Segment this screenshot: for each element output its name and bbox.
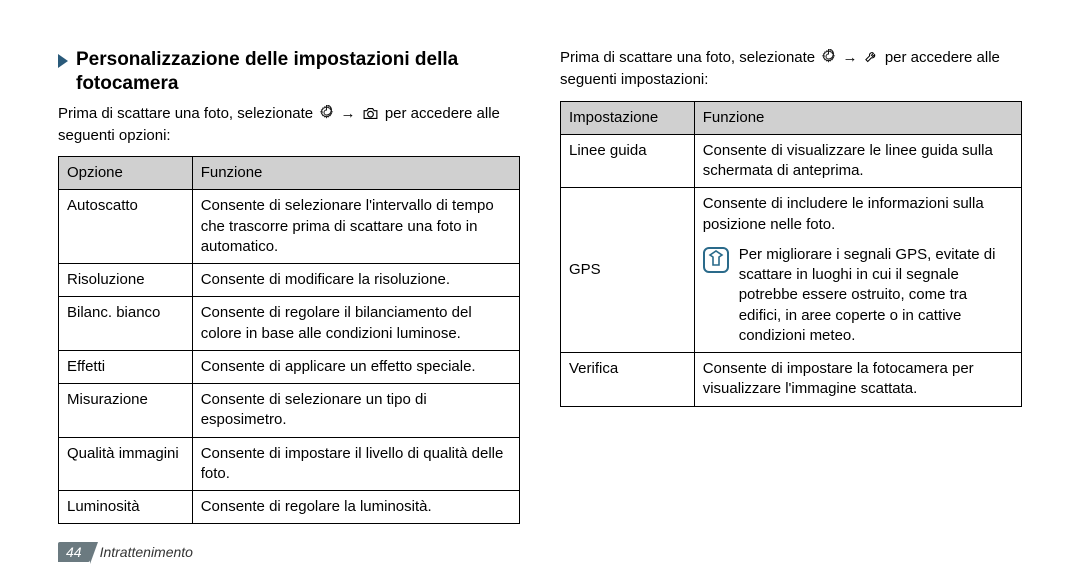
cell-function: Consente di selezionare un tipo di espos… [192, 384, 519, 438]
gps-note-block: Per migliorare i segnali GPS, evitate di… [703, 245, 1013, 346]
intro-left: Prima di scattare una foto, selezionate … [58, 104, 520, 147]
cell-option: Luminosità [59, 491, 193, 524]
gear-icon [319, 107, 338, 124]
intro-left-text-pre: Prima di scattare una foto, selezionate [58, 105, 317, 122]
table-row: GPS Consente di includere le informazion… [561, 188, 1022, 353]
cell-function: Consente di impostare il livello di qual… [192, 437, 519, 491]
page-number: 44 [58, 542, 90, 562]
table-row: LuminositàConsente di regolare la lumino… [59, 491, 520, 524]
table-row: AutoscattoConsente di selezionare l'inte… [59, 190, 520, 264]
chapter-title: Intrattenimento [100, 544, 193, 560]
intro-right-text-mid: → [842, 49, 861, 66]
cell-option: Autoscatto [59, 190, 193, 264]
th-function: Funzione [694, 101, 1021, 134]
cell-function: Consente di impostare la fotocamera per … [694, 353, 1021, 407]
note-icon [703, 247, 729, 279]
cell-function: Consente di modificare la risoluzione. [192, 264, 519, 297]
gps-description: Consente di includere le informazioni su… [703, 195, 984, 232]
th-setting: Impostazione [561, 101, 695, 134]
th-function: Funzione [192, 157, 519, 190]
cell-function: Consente di applicare un effetto special… [192, 350, 519, 383]
cell-option: Risoluzione [59, 264, 193, 297]
intro-left-text-mid: → [340, 105, 359, 122]
page-footer: 44 Intrattenimento [58, 542, 193, 562]
table-row: Bilanc. biancoConsente di regolare il bi… [59, 297, 520, 351]
settings-table: Impostazione Funzione Linee guida Consen… [560, 101, 1022, 407]
table-row: Qualità immaginiConsente di impostare il… [59, 437, 520, 491]
cell-setting: Linee guida [561, 134, 695, 188]
table-row: Verifica Consente di impostare la fotoca… [561, 353, 1022, 407]
camera-icon [362, 107, 383, 124]
cell-setting: GPS [561, 188, 695, 353]
chevron-right-icon [58, 54, 70, 73]
right-column: Prima di scattare una foto, selezionate … [560, 48, 1022, 586]
wrench-icon [864, 51, 883, 68]
table-row: EffettiConsente di applicare un effetto … [59, 350, 520, 383]
cell-function: Consente di includere le informazioni su… [694, 188, 1021, 353]
cell-function: Consente di regolare la luminosità. [192, 491, 519, 524]
table-row: RisoluzioneConsente di modificare la ris… [59, 264, 520, 297]
th-option: Opzione [59, 157, 193, 190]
section-heading-row: Personalizzazione delle impostazioni del… [58, 48, 520, 96]
cell-option: Bilanc. bianco [59, 297, 193, 351]
cell-function: Consente di selezionare l'intervallo di … [192, 190, 519, 264]
cell-option: Effetti [59, 350, 193, 383]
table-row: MisurazioneConsente di selezionare un ti… [59, 384, 520, 438]
left-column: Personalizzazione delle impostazioni del… [58, 48, 520, 586]
cell-function: Consente di visualizzare le linee guida … [694, 134, 1021, 188]
table-header-row: Opzione Funzione [59, 157, 520, 190]
cell-option: Misurazione [59, 384, 193, 438]
gps-note-text: Per migliorare i segnali GPS, evitate di… [739, 245, 1013, 346]
cell-option: Qualità immagini [59, 437, 193, 491]
gear-icon [821, 51, 840, 68]
table-header-row: Impostazione Funzione [561, 101, 1022, 134]
intro-right: Prima di scattare una foto, selezionate … [560, 48, 1022, 91]
cell-setting: Verifica [561, 353, 695, 407]
manual-page: Personalizzazione delle impostazioni del… [0, 0, 1080, 586]
table-row: Linee guida Consente di visualizzare le … [561, 134, 1022, 188]
intro-right-text-pre: Prima di scattare una foto, selezionate [560, 49, 819, 66]
options-table: Opzione Funzione AutoscattoConsente di s… [58, 156, 520, 524]
section-heading: Personalizzazione delle impostazioni del… [76, 48, 520, 96]
cell-function: Consente di regolare il bilanciamento de… [192, 297, 519, 351]
